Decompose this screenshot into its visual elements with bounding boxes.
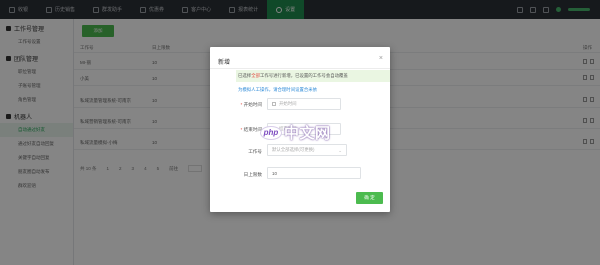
hint-text: 为模拟人工操作，请合理时间设置合米依 [238, 87, 318, 92]
chevron-down-icon: ⌄ [338, 148, 342, 153]
limit-label: 日上限数 [243, 172, 262, 177]
info-tip: 已选择 全部 工作号进行新增，已设置的工作号会自动覆盖 [236, 70, 390, 82]
php-logo: php [260, 125, 282, 140]
limit-input[interactable]: 10 [267, 167, 361, 179]
tip-emphasis: 全部 [251, 73, 260, 78]
start-time-label: * 开始时间 [240, 102, 262, 107]
start-time-input[interactable]: 开始时间 [267, 98, 341, 110]
account-placeholder: 默认全部选择(可更换) [272, 147, 315, 152]
tip-text: 工作号进行新增，已设置的工作号会自动覆盖 [259, 73, 348, 78]
clock-icon [272, 102, 276, 106]
watermark: php 中文网 [260, 122, 331, 143]
start-time-placeholder: 开始时间 [279, 101, 297, 106]
divider [210, 68, 390, 69]
dialog-title: 新增 [218, 60, 231, 66]
end-time-label: * 结束时间 [240, 127, 262, 132]
close-icon[interactable]: × [379, 55, 383, 62]
account-select[interactable]: 默认全部选择(可更换) ⌄ [267, 144, 347, 156]
account-label: 工作号 [248, 149, 262, 154]
confirm-button[interactable]: 确 定 [356, 192, 383, 204]
tip-prefix: 已选择 [238, 73, 252, 78]
watermark-text: 中文网 [284, 125, 331, 142]
